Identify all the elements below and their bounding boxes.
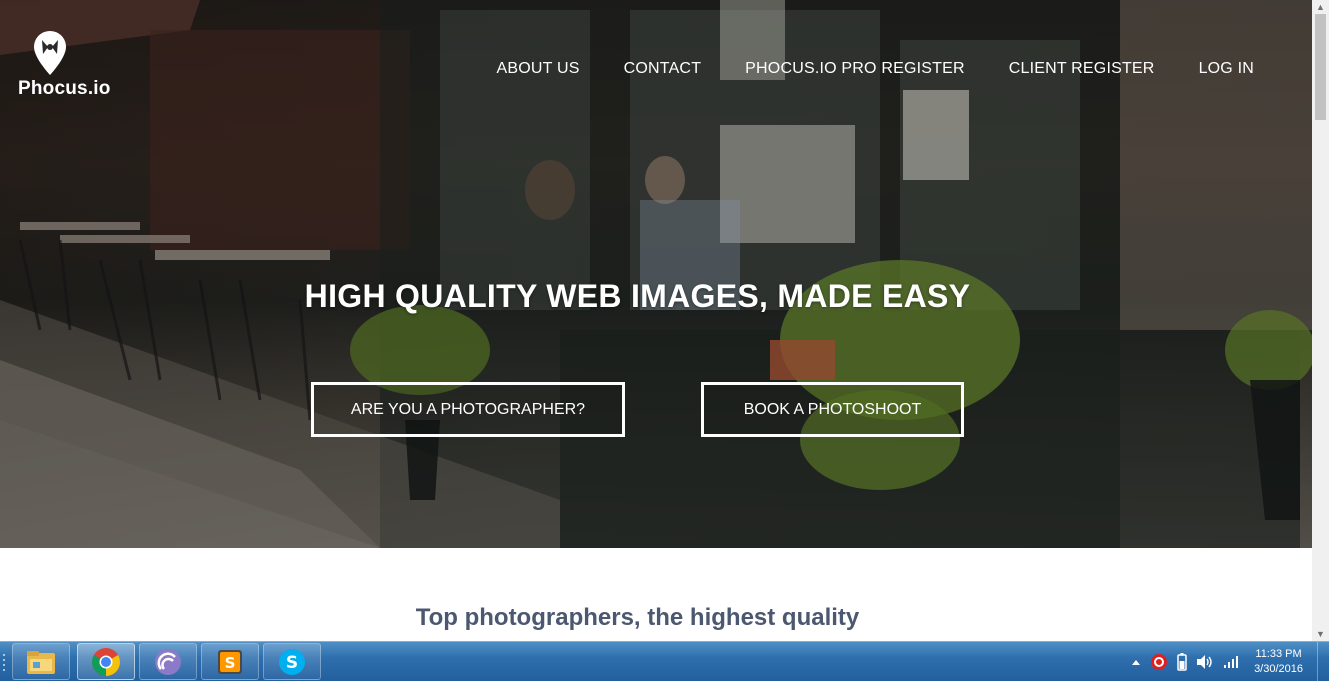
scrollbar-thumb[interactable] [1315, 14, 1326, 120]
taskbar-file-explorer[interactable] [12, 643, 70, 680]
nav-log-in[interactable]: LOG IN [1199, 60, 1254, 78]
taskbar-sublime-text[interactable]: S [201, 643, 259, 680]
windows-taskbar: S S 11:33 PM 3/30/2016 [0, 641, 1329, 681]
section-tagline: Top photographers, the highest quality [415, 604, 860, 631]
system-tray: 11:33 PM 3/30/2016 [1131, 642, 1329, 681]
show-desktop-button[interactable] [1317, 642, 1329, 681]
photographer-button[interactable]: ARE YOU A PHOTOGRAPHER? [311, 382, 625, 437]
beats-audio-icon[interactable] [1150, 653, 1168, 671]
page-scrollbar[interactable]: ▲ ▼ [1312, 0, 1329, 641]
scroll-down-arrow-icon[interactable]: ▼ [1312, 627, 1329, 641]
hero-section: Phocus.io ABOUT US CONTACT PHOCUS.IO PRO… [0, 0, 1312, 548]
nav-contact[interactable]: CONTACT [624, 60, 702, 78]
clock-time: 11:33 PM [1255, 648, 1302, 660]
taskbar-bittorrent[interactable] [139, 643, 197, 680]
svg-text:S: S [225, 654, 236, 672]
bittorrent-icon [155, 648, 181, 675]
taskbar-clock[interactable]: 11:33 PM 3/30/2016 [1254, 647, 1303, 677]
taskbar-skype[interactable]: S [263, 643, 321, 680]
chrome-icon [92, 647, 120, 676]
volume-icon[interactable] [1196, 654, 1214, 670]
battery-icon[interactable] [1177, 653, 1187, 671]
show-hidden-icons-icon[interactable] [1131, 658, 1141, 666]
sublime-text-icon: S [218, 649, 242, 674]
brand-logo[interactable]: Phocus.io [18, 30, 118, 100]
hero-overlay [0, 0, 1312, 548]
file-explorer-icon [27, 650, 55, 674]
network-signal-icon[interactable] [1223, 655, 1239, 669]
location-pin-icon [34, 31, 66, 75]
clock-date: 3/30/2016 [1254, 663, 1303, 675]
main-nav: ABOUT US CONTACT PHOCUS.IO PRO REGISTER … [497, 60, 1254, 78]
brand-name: Phocus.io [18, 78, 111, 99]
book-photoshoot-button[interactable]: BOOK A PHOTOSHOOT [701, 382, 964, 437]
nav-client-register[interactable]: CLIENT REGISTER [1009, 60, 1155, 78]
taskbar-grip-icon [3, 654, 5, 671]
nav-about-us[interactable]: ABOUT US [497, 60, 580, 78]
taskbar-chrome[interactable] [77, 643, 135, 680]
svg-text:S: S [286, 653, 298, 673]
scroll-up-arrow-icon[interactable]: ▲ [1312, 0, 1329, 14]
hero-headline: HIGH QUALITY WEB IMAGES, MADE EASY [304, 278, 971, 314]
nav-pro-register[interactable]: PHOCUS.IO PRO REGISTER [745, 60, 965, 78]
skype-icon: S [279, 648, 305, 675]
